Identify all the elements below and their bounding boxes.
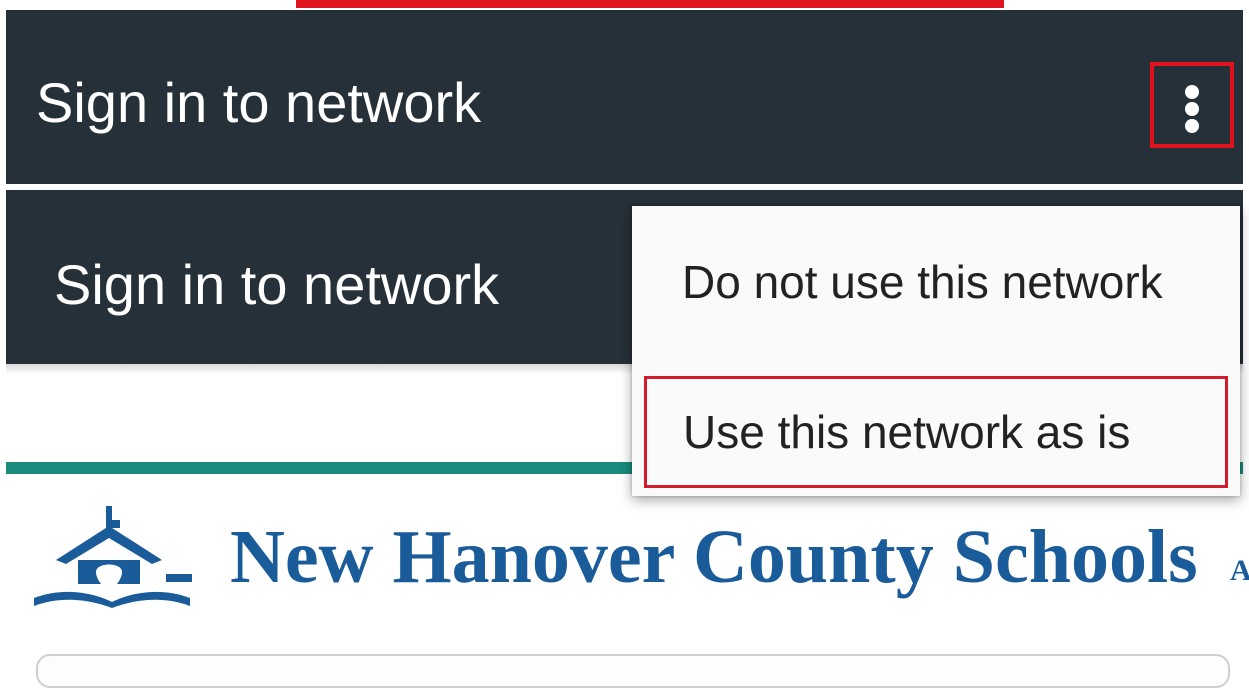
menu-item-use-network-as-is[interactable]: Use this network as is <box>644 376 1228 488</box>
overflow-menu-button[interactable] <box>1150 62 1234 148</box>
overflow-dropdown-menu: Do not use this network Use this network… <box>632 206 1240 496</box>
login-field-edge[interactable] <box>36 654 1230 688</box>
school-name: New Hanover County Schools <box>230 515 1198 599</box>
highlight-bar <box>296 0 1004 8</box>
menu-item-label: Use this network as is <box>683 406 1131 458</box>
app-bar-top: Sign in to network <box>6 10 1243 184</box>
dot <box>1185 102 1199 116</box>
menu-item-label: Do not use this network <box>682 256 1163 308</box>
more-vert-icon <box>1154 66 1230 144</box>
schoolhouse-logo-icon <box>34 506 192 608</box>
dot <box>1185 85 1199 99</box>
menu-item-do-not-use-network[interactable]: Do not use this network <box>632 222 1240 342</box>
app-bar-title: Sign in to network <box>54 253 500 316</box>
dot <box>1185 119 1199 133</box>
app-bar-title: Sign in to network <box>36 71 482 134</box>
cropped-text: A <box>1230 554 1249 587</box>
